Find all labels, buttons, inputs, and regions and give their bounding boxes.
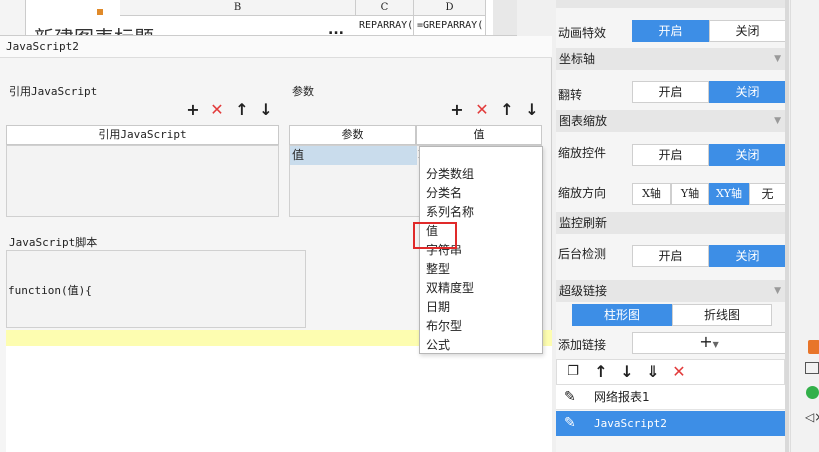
dropdown-item[interactable]: 日期 bbox=[426, 298, 536, 317]
column-header-d[interactable]: D bbox=[414, 0, 486, 16]
background-check-label: 后台检测 bbox=[558, 247, 607, 261]
delete-icon[interactable]: ✕ bbox=[208, 101, 226, 119]
speaker-icon[interactable]: ◁× bbox=[805, 410, 819, 424]
ellipsis-text: ... bbox=[328, 22, 344, 36]
flip-label: 翻转 bbox=[558, 88, 583, 102]
type-dropdown[interactable]: 分类数组 分类名 系列名称 值 字符串 整型 双精度型 日期 布尔型 公式 bbox=[419, 146, 543, 354]
chart-properties-panel: 动画特效 开启 关闭 坐标轴 ▼ 翻转 开启 关闭 图表缩放 ▼ 缩放控件 开启 关… bbox=[556, 0, 789, 452]
add-param-icon[interactable]: + bbox=[448, 101, 466, 119]
dropdown-item[interactable]: 分类数组 bbox=[426, 165, 536, 184]
move-param-up-icon[interactable]: ↑ bbox=[498, 101, 516, 119]
hyperlink-section-header[interactable]: 超级链接 ▼ bbox=[556, 280, 789, 302]
zoom-control-off-button[interactable]: 关闭 bbox=[709, 144, 786, 166]
column-header-c[interactable]: C bbox=[356, 0, 414, 16]
param-label: 参数 bbox=[292, 85, 314, 98]
move-down-icon[interactable]: ↓ bbox=[257, 101, 275, 119]
spreadsheet-background: B C D REPARRAY( =GREPARRAY( 新建图表标题 ... bbox=[0, 0, 517, 36]
animation-off-button[interactable]: 关闭 bbox=[709, 20, 786, 42]
dropdown-item[interactable]: 双精度型 bbox=[426, 279, 536, 298]
move-param-down-icon[interactable]: ↓ bbox=[523, 101, 541, 119]
column-header-b[interactable]: B bbox=[120, 0, 356, 16]
param-row-name[interactable]: 值 bbox=[290, 146, 417, 165]
script-code-line[interactable]: function(值){ bbox=[8, 282, 92, 298]
monitor-section-title: 监控刷新 bbox=[559, 216, 608, 230]
param-value-header: 值 bbox=[416, 125, 542, 145]
dropdown-item[interactable]: 系列名称 bbox=[426, 203, 536, 222]
delete-param-icon[interactable]: ✕ bbox=[473, 101, 491, 119]
tab-bar-chart[interactable]: 柱形图 bbox=[572, 304, 672, 326]
add-link-button[interactable]: +▼ bbox=[632, 332, 786, 354]
hyperlink-section-title: 超级链接 bbox=[559, 284, 608, 298]
zoom-direction-label: 缩放方向 bbox=[558, 186, 607, 200]
chevron-down-icon: ▼ bbox=[712, 340, 719, 349]
move-up-icon[interactable]: ↑ bbox=[233, 101, 251, 119]
link-item-label: JavaScript2 bbox=[594, 417, 667, 430]
monitor-tray-icon[interactable] bbox=[805, 362, 819, 374]
axis-section-header[interactable]: 坐标轴 ▼ bbox=[556, 48, 789, 70]
link-list-item-selected[interactable]: ✎ JavaScript2 bbox=[556, 411, 785, 436]
background-check-on-button[interactable]: 开启 bbox=[632, 245, 709, 267]
add-icon[interactable]: + bbox=[184, 101, 202, 119]
link-item-label: 网络报表1 bbox=[594, 390, 650, 404]
background-check-off-button[interactable]: 关闭 bbox=[709, 245, 786, 267]
pencil-icon: ✎ bbox=[564, 415, 576, 431]
move-link-up-icon[interactable]: ↑ bbox=[592, 363, 610, 381]
system-tray-strip: ◁× bbox=[790, 0, 819, 452]
axis-section-title: 坐标轴 bbox=[559, 52, 596, 66]
ref-js-label: 引用JavaScript bbox=[9, 85, 98, 98]
zoom-dir-xy-button[interactable]: XY轴 bbox=[709, 183, 749, 205]
link-list-item[interactable]: ✎ 网络报表1 bbox=[556, 385, 785, 410]
move-link-bottom-icon[interactable]: ⇓ bbox=[644, 363, 662, 381]
sheet-side-panel bbox=[493, 0, 517, 35]
chat-tray-icon[interactable] bbox=[806, 386, 819, 399]
zoom-control-label: 缩放控件 bbox=[558, 146, 607, 160]
chart-title-ghost: 新建图表标题 bbox=[34, 22, 154, 35]
animation-on-button[interactable]: 开启 bbox=[632, 20, 709, 42]
pencil-icon: ✎ bbox=[564, 389, 576, 405]
cell-c[interactable]: REPARRAY( bbox=[356, 16, 414, 35]
animation-label: 动画特效 bbox=[558, 26, 607, 40]
delete-link-icon[interactable]: ✕ bbox=[670, 363, 688, 381]
zoom-control-on-button[interactable]: 开启 bbox=[632, 144, 709, 166]
monitor-section-header[interactable]: 监控刷新 bbox=[556, 212, 789, 234]
row-header-corner bbox=[0, 0, 26, 35]
flip-off-button[interactable]: 关闭 bbox=[709, 81, 786, 103]
zoom-dir-none-button[interactable]: 无 bbox=[749, 183, 786, 205]
collapse-caret-icon[interactable]: ▼ bbox=[774, 280, 781, 302]
app-tray-icon[interactable] bbox=[808, 340, 819, 354]
dropdown-item[interactable]: 公式 bbox=[426, 336, 536, 355]
collapse-caret-icon[interactable]: ▼ bbox=[774, 110, 781, 132]
panel-top-strip bbox=[556, 0, 789, 8]
add-link-label: 添加链接 bbox=[558, 338, 607, 352]
dropdown-item[interactable]: 整型 bbox=[426, 260, 536, 279]
zoom-dir-y-button[interactable]: Y轴 bbox=[671, 183, 709, 205]
dropdown-item[interactable]: 布尔型 bbox=[426, 317, 536, 336]
highlight-box bbox=[413, 222, 457, 249]
cell-marker-icon bbox=[97, 9, 103, 15]
flip-on-button[interactable]: 开启 bbox=[632, 81, 709, 103]
zoom-section-header[interactable]: 图表缩放 ▼ bbox=[556, 110, 789, 132]
ref-js-list[interactable] bbox=[6, 145, 279, 217]
cell-d[interactable]: =GREPARRAY( bbox=[414, 16, 486, 35]
dialog-title: JavaScript2 bbox=[0, 36, 552, 58]
zoom-section-title: 图表缩放 bbox=[559, 114, 608, 128]
ref-js-header: 引用JavaScript bbox=[6, 125, 279, 145]
zoom-dir-x-button[interactable]: X轴 bbox=[632, 183, 671, 205]
script-body-area[interactable] bbox=[6, 346, 552, 452]
param-name-header: 参数 bbox=[289, 125, 416, 145]
copy-icon[interactable]: ❐ bbox=[564, 363, 582, 381]
dropdown-item[interactable]: 分类名 bbox=[426, 184, 536, 203]
collapse-caret-icon[interactable]: ▼ bbox=[774, 48, 781, 70]
panel-scrollbar[interactable] bbox=[785, 0, 789, 452]
tab-line-chart[interactable]: 折线图 bbox=[672, 304, 772, 326]
js-script-label: JavaScript脚本 bbox=[9, 236, 98, 249]
move-link-down-icon[interactable]: ↓ bbox=[618, 363, 636, 381]
